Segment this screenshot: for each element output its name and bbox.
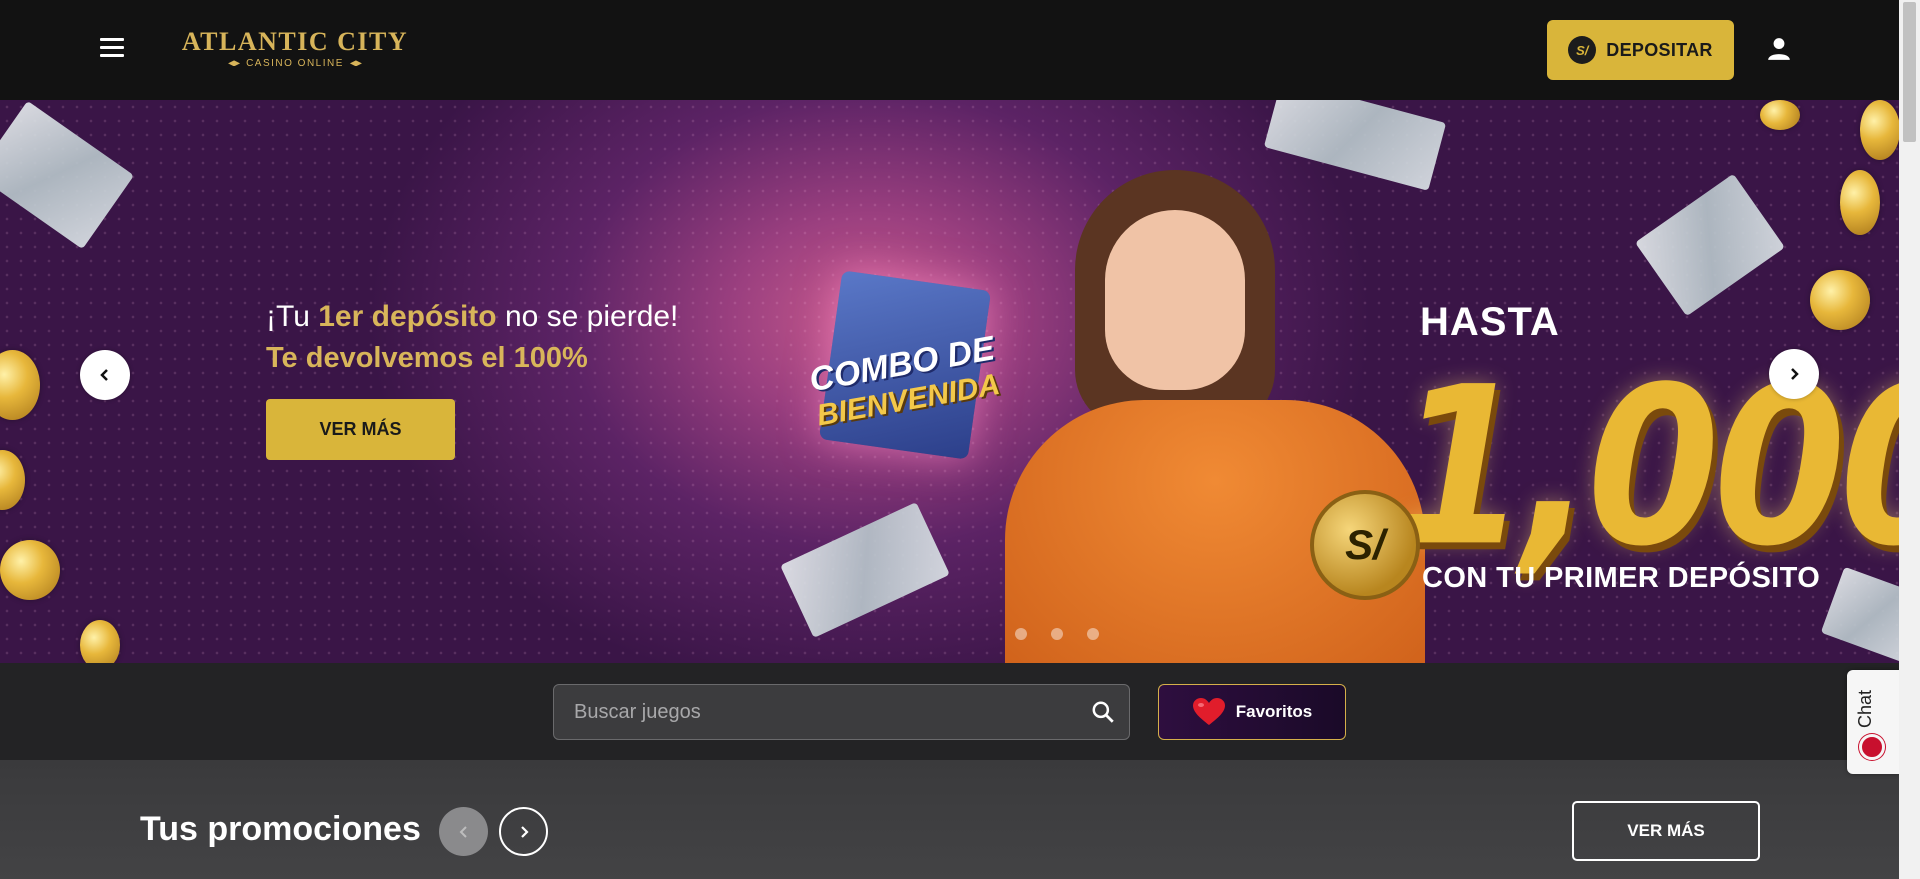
chevron-right-icon xyxy=(1791,368,1799,380)
deposit-button[interactable]: S/ DEPOSITAR xyxy=(1547,20,1734,80)
sol-currency-icon: S/ xyxy=(1568,36,1597,64)
heart-icon xyxy=(1192,698,1225,725)
promo-headline: ¡Tu 1er depósito no se pierde! Te devolv… xyxy=(266,300,678,375)
scrollbar-thumb[interactable] xyxy=(1903,2,1916,142)
search-bar-section: Favoritos xyxy=(0,663,1899,760)
chevron-right-icon xyxy=(520,825,529,838)
favorites-label: Favoritos xyxy=(1235,702,1313,721)
carousel-dot[interactable] xyxy=(1051,628,1063,640)
user-icon[interactable] xyxy=(1766,36,1792,62)
logo-subtitle: CASINO ONLINE xyxy=(180,58,410,69)
page: ATLANTIC CITY CASINO ONLINE S/ DEPOSITAR xyxy=(0,0,1920,879)
gold-coin-image xyxy=(0,540,60,600)
carousel-prev-button[interactable] xyxy=(80,350,130,400)
deposit-label: DEPOSITAR xyxy=(1606,39,1713,60)
top-header: ATLANTIC CITY CASINO ONLINE S/ DEPOSITAR xyxy=(0,0,1899,100)
combo-bienvenida-badge: COMBO DE BIENVENIDA xyxy=(800,250,1010,460)
chat-icon xyxy=(1859,734,1885,760)
menu-icon[interactable] xyxy=(100,38,130,62)
site-logo[interactable]: ATLANTIC CITY CASINO ONLINE xyxy=(180,28,410,72)
promotions-section: Tus promociones VER MÁS xyxy=(0,760,1899,879)
promotions-title: Tus promociones xyxy=(140,810,421,848)
chevron-left-icon xyxy=(100,369,108,381)
bonus-amount: 1,000 xyxy=(1395,340,1899,595)
promo-line-1: ¡Tu 1er depósito no se pierde! xyxy=(266,300,679,333)
carousel-indicators xyxy=(1015,628,1099,640)
hasta-label: HASTA xyxy=(1420,300,1560,344)
gold-coin-image xyxy=(1810,270,1870,330)
banner-ver-mas-button[interactable]: VER MÁS xyxy=(266,399,455,460)
promotions-next-button[interactable] xyxy=(499,807,548,856)
search-input[interactable] xyxy=(574,685,1054,739)
hero-banner: ¡Tu 1er depósito no se pierde! Te devolv… xyxy=(0,100,1899,663)
bonus-subline: CON TU PRIMER DEPÓSITO xyxy=(1422,562,1821,594)
search-box xyxy=(553,684,1130,740)
diamond-icon xyxy=(349,60,362,67)
gold-coin-image xyxy=(1840,170,1880,235)
chat-widget-tab[interactable]: Chat xyxy=(1847,670,1899,774)
search-icon[interactable] xyxy=(1090,699,1116,725)
carousel-dot[interactable] xyxy=(1087,628,1099,640)
chat-label: Chat xyxy=(1855,689,1875,728)
gold-coin-image xyxy=(1760,100,1800,130)
logo-title: ATLANTIC CITY xyxy=(181,27,409,56)
favorites-button[interactable]: Favoritos xyxy=(1158,684,1346,740)
promotions-prev-button[interactable] xyxy=(439,807,488,856)
gold-coin-image xyxy=(80,620,120,663)
promotions-ver-mas-button[interactable]: VER MÁS xyxy=(1572,801,1760,861)
carousel-next-button[interactable] xyxy=(1769,349,1819,399)
diamond-icon xyxy=(228,60,241,67)
gold-coin-image xyxy=(1860,100,1899,160)
sol-coin-icon: S/ xyxy=(1310,490,1420,600)
chevron-left-icon xyxy=(459,825,467,838)
page-scrollbar[interactable] xyxy=(1899,0,1920,879)
promo-line-2: Te devolvemos el 100% xyxy=(266,342,588,374)
carousel-dot[interactable] xyxy=(1015,628,1027,640)
